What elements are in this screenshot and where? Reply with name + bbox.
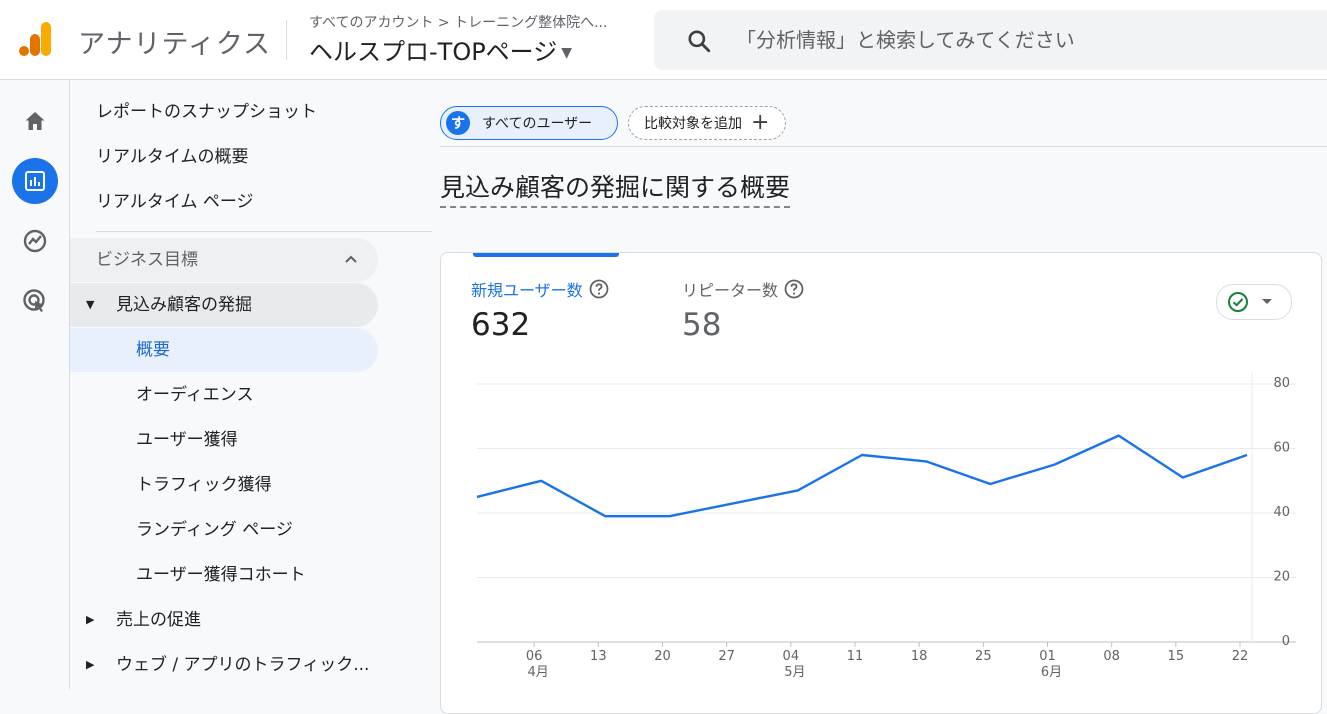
add-comparison-button[interactable]: 比較対象を追加 +	[628, 106, 786, 140]
x-month-label: 6月	[1041, 665, 1062, 680]
main-divider	[440, 146, 1327, 147]
nav-item-label: 売上の促進	[116, 610, 201, 630]
x-tick-label: 08	[1103, 649, 1120, 664]
nav-item-snapshot[interactable]: レポートのスナップショット	[70, 90, 378, 134]
x-tick-label: 15	[1168, 649, 1185, 664]
property-name: ヘルスプロ-TOPページ	[309, 38, 558, 66]
nav-group-label: ビジネス目標	[96, 250, 198, 270]
x-tick-label: 04	[783, 649, 800, 664]
metric-tab-returning-users[interactable]: リピーター数 58	[682, 277, 804, 343]
search-icon	[688, 30, 711, 53]
nav-item-overview[interactable]: 概要	[70, 328, 378, 372]
nav-item-realtime-pages[interactable]: リアルタイム ページ	[70, 180, 378, 224]
property-selector[interactable]: ヘルスプロ-TOPページ ▼	[309, 32, 572, 67]
metrics-card: 新規ユーザー数 632 リピーター数 58 80 60 40 20 0 06 1…	[440, 252, 1322, 714]
nav-item-label: リアルタイムの概要	[96, 147, 249, 167]
nav-item-acquisition-cohort[interactable]: ユーザー獲得コホート	[70, 553, 378, 597]
y-tick-label: 40	[1273, 505, 1290, 520]
analytics-logo[interactable]	[18, 20, 54, 58]
x-tick-label: 20	[654, 649, 671, 664]
search-input[interactable]	[736, 10, 1316, 70]
reports-icon	[25, 171, 45, 191]
nav-item-audience[interactable]: オーディエンス	[70, 373, 378, 417]
x-tick-label: 11	[847, 649, 864, 664]
x-tick-label: 01	[1039, 649, 1056, 664]
rail-explore-button[interactable]	[12, 218, 58, 264]
home-icon	[25, 112, 45, 130]
check-circle-icon	[1228, 292, 1248, 312]
header-divider	[286, 20, 287, 60]
chevron-down-icon	[1262, 299, 1272, 304]
caret-right-icon: ▶	[86, 658, 95, 671]
metric-label: リピーター数	[682, 281, 779, 300]
help-icon[interactable]	[589, 279, 609, 299]
all-users-label: すべてのユーザー	[482, 116, 593, 132]
y-tick-label: 60	[1273, 441, 1290, 456]
metric-value: 58	[682, 307, 722, 343]
x-month-label: 4月	[528, 665, 549, 680]
nav-item-label: トラフィック獲得	[136, 475, 272, 495]
active-tab-indicator	[473, 253, 619, 257]
metric-tab-new-users[interactable]: 新規ユーザー数 632	[471, 277, 609, 343]
left-rail	[0, 80, 70, 689]
page-title[interactable]: 見込み顧客の発掘に関する概要	[440, 168, 791, 208]
nav-item-label: ウェブ / アプリのトラフィック...	[116, 655, 370, 675]
nav-item-lead-generation[interactable]: ▼ 見込み顧客の発掘	[70, 283, 378, 327]
segment-avatar: す	[446, 111, 470, 135]
top-bar: アナリティクス すべてのアカウント > トレーニング整体院へ... ヘルスプロ-…	[0, 0, 1327, 80]
x-tick-label: 27	[718, 649, 735, 664]
nav-item-web-app-traffic[interactable]: ▶ ウェブ / アプリのトラフィック...	[70, 643, 378, 687]
advertising-icon	[23, 289, 45, 312]
all-users-chip[interactable]: す すべてのユーザー	[440, 106, 618, 140]
add-comparison-label: 比較対象を追加	[644, 116, 742, 132]
metric-value: 632	[471, 307, 531, 343]
nav-item-label: ランディング ページ	[136, 520, 293, 540]
nav-item-label: リアルタイム ページ	[96, 192, 254, 212]
y-tick-label: 0	[1282, 634, 1290, 649]
nav-divider	[96, 231, 432, 232]
chevron-up-icon	[345, 255, 357, 263]
plus-icon: +	[751, 110, 770, 135]
nav-item-realtime-overview[interactable]: リアルタイムの概要	[70, 135, 378, 179]
metric-label: 新規ユーザー数	[471, 281, 583, 300]
report-navigation: レポートのスナップショット リアルタイムの概要 リアルタイム ページ ビジネス目…	[70, 80, 438, 689]
card-status-menu[interactable]	[1216, 284, 1292, 320]
app-title: アナリティクス	[78, 29, 272, 60]
chevron-down-icon: ▼	[561, 45, 572, 61]
nav-item-label: ユーザー獲得	[136, 430, 238, 450]
explore-icon	[23, 229, 47, 253]
x-month-label: 5月	[784, 665, 805, 680]
y-tick-label: 20	[1273, 570, 1290, 585]
breadcrumb[interactable]: すべてのアカウント > トレーニング整体院へ...	[309, 12, 607, 32]
nav-item-label: 概要	[136, 340, 170, 360]
nav-item-user-acquisition[interactable]: ユーザー獲得	[70, 418, 378, 462]
nav-item-label: レポートのスナップショット	[96, 102, 317, 122]
x-tick-label: 25	[975, 649, 992, 664]
line-chart: 80 60 40 20 0 06 13 20 27 04 11 18 25 01 08 15 22 4月 5月 6月	[476, 373, 1296, 680]
x-tick-label: 22	[1232, 649, 1249, 664]
nav-item-drive-sales[interactable]: ▶ 売上の促進	[70, 598, 378, 642]
nav-item-label: ユーザー獲得コホート	[136, 565, 306, 585]
nav-item-label: オーディエンス	[136, 385, 254, 405]
y-tick-label: 80	[1273, 376, 1290, 391]
caret-down-icon: ▼	[86, 298, 95, 311]
rail-advertising-button[interactable]	[12, 278, 58, 324]
series-line	[476, 434, 1248, 518]
rail-reports-button[interactable]	[12, 158, 58, 204]
nav-item-label: 見込み顧客の発掘	[116, 295, 252, 315]
x-tick-label: 06	[526, 649, 543, 664]
caret-right-icon: ▶	[86, 613, 95, 626]
rail-home-button[interactable]	[12, 98, 58, 144]
main-content: す すべてのユーザー 比較対象を追加 + 見込み顧客の発掘に関する概要 新規ユー…	[440, 80, 1327, 714]
x-tick-label: 18	[911, 649, 928, 664]
x-tick-label: 13	[590, 649, 607, 664]
nav-item-landing-page[interactable]: ランディング ページ	[70, 508, 378, 552]
help-icon[interactable]	[784, 279, 804, 299]
nav-item-traffic-acquisition[interactable]: トラフィック獲得	[70, 463, 378, 507]
search-bar[interactable]	[654, 10, 1327, 70]
nav-group-business-objectives[interactable]: ビジネス目標	[70, 238, 378, 282]
